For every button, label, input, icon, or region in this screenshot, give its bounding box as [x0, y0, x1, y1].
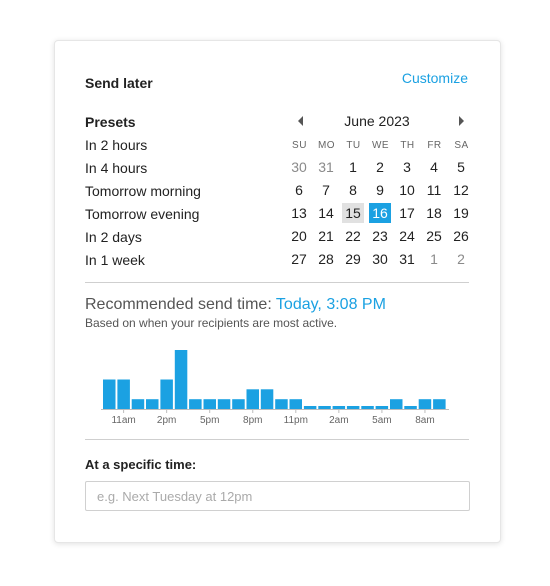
calendar-day[interactable]: 4 — [423, 157, 445, 177]
weekday-label: WE — [371, 140, 390, 151]
activity-bar — [390, 399, 403, 409]
calendar-day[interactable]: 20 — [288, 226, 310, 246]
calendar-day[interactable]: 17 — [396, 203, 418, 223]
weekday-label: SU — [292, 140, 307, 151]
chart-tick-label: 2pm — [157, 415, 176, 426]
calendar-day[interactable]: 24 — [396, 226, 418, 246]
activity-bar — [375, 406, 389, 409]
dialog-title: Send later — [85, 75, 153, 91]
activity-chart: 11am 2pm 5pm 8pm 11pm 2am 5am 8am — [101, 350, 449, 426]
calendar-day[interactable]: 26 — [450, 226, 472, 246]
calendar-day[interactable]: 14 — [315, 203, 337, 223]
calendar-day[interactable]: 25 — [423, 226, 445, 246]
activity-bar — [418, 399, 432, 409]
calendar-day[interactable]: 1 — [342, 157, 364, 177]
activity-bar — [260, 389, 274, 409]
calendar-day[interactable]: 19 — [450, 203, 472, 223]
calendar-day[interactable]: 28 — [315, 249, 337, 269]
activity-bar — [203, 399, 216, 409]
calendar-day[interactable]: 31 — [396, 249, 418, 269]
activity-bar — [160, 379, 173, 409]
chart-tick-label: 2am — [329, 415, 348, 426]
chart-tick-label: 11am — [111, 415, 135, 426]
preset-item[interactable]: Tomorrow evening — [85, 206, 199, 222]
activity-bar — [217, 399, 231, 409]
specific-time-label: At a specific time: — [85, 457, 197, 472]
calendar-day[interactable]: 15 — [342, 203, 364, 223]
calendar-day[interactable]: 9 — [369, 180, 391, 200]
weekday-label: SA — [454, 140, 469, 151]
calendar-day[interactable]: 16 — [369, 203, 391, 223]
chart-tick-label: 11pm — [284, 415, 308, 426]
chart-tick-label: 8pm — [243, 415, 262, 426]
calendar-day[interactable]: 23 — [369, 226, 391, 246]
divider — [85, 439, 469, 440]
preset-item[interactable]: Tomorrow morning — [85, 183, 201, 199]
activity-bar — [404, 406, 417, 409]
activity-bar — [433, 399, 446, 409]
weekday-label: MO — [317, 140, 336, 151]
calendar-day[interactable]: 30 — [288, 157, 310, 177]
activity-bar — [189, 399, 202, 409]
activity-bar — [131, 399, 145, 409]
calendar-day[interactable]: 11 — [423, 180, 445, 200]
activity-bar — [332, 406, 346, 409]
weekday-label: TU — [346, 140, 361, 151]
recommendation-subtitle: Based on when your recipients are most a… — [85, 316, 338, 330]
weekday-label: TH — [400, 140, 415, 151]
calendar-day[interactable]: 7 — [315, 180, 337, 200]
activity-bar — [275, 399, 288, 409]
calendar-day[interactable]: 31 — [315, 157, 337, 177]
specific-time-input[interactable] — [85, 481, 470, 511]
activity-bar — [289, 399, 302, 409]
calendar-day[interactable]: 18 — [423, 203, 445, 223]
calendar-day[interactable]: 12 — [450, 180, 472, 200]
chart-tick-label: 5pm — [200, 415, 219, 426]
calendar-day[interactable]: 29 — [342, 249, 364, 269]
activity-bar — [318, 406, 331, 409]
customize-link[interactable]: Customize — [402, 70, 468, 86]
preset-item[interactable]: In 2 hours — [85, 137, 147, 153]
chart-tick-label: 8am — [415, 415, 434, 426]
divider — [85, 282, 469, 283]
activity-bar — [103, 379, 116, 409]
calendar-day[interactable]: 27 — [288, 249, 310, 269]
activity-bar — [303, 406, 317, 409]
preset-item[interactable]: In 4 hours — [85, 160, 147, 176]
activity-bar — [346, 406, 360, 409]
calendar-day[interactable]: 2 — [369, 157, 391, 177]
activity-bar — [246, 389, 259, 409]
calendar-day[interactable]: 30 — [369, 249, 391, 269]
calendar-day[interactable]: 13 — [288, 203, 310, 223]
calendar-day[interactable]: 3 — [396, 157, 418, 177]
preset-item[interactable]: In 2 days — [85, 229, 142, 245]
calendar-day[interactable]: 2 — [450, 249, 472, 269]
calendar-day[interactable]: 5 — [450, 157, 472, 177]
calendar-month-label: June 2023 — [344, 113, 410, 129]
activity-bar — [174, 350, 188, 409]
preset-item[interactable]: In 1 week — [85, 252, 145, 268]
calendar-day[interactable]: 22 — [342, 226, 364, 246]
calendar-day[interactable]: 21 — [315, 226, 337, 246]
activity-bar — [232, 399, 245, 409]
chart-tick-label: 5am — [372, 415, 391, 426]
next-month-icon[interactable] — [459, 116, 464, 126]
activity-bar — [146, 399, 159, 409]
calendar-day[interactable]: 6 — [288, 180, 310, 200]
calendar-day[interactable]: 10 — [396, 180, 418, 200]
send-later-dialog: Send later Customize Presets In 2 hours I… — [54, 40, 501, 543]
recommended-send-time: Recommended send time: Today, 3:08 PM — [85, 296, 386, 314]
previous-month-icon[interactable] — [298, 116, 303, 126]
calendar-day[interactable]: 8 — [342, 180, 364, 200]
activity-bar — [361, 406, 374, 409]
calendar-day[interactable]: 1 — [423, 249, 445, 269]
recommended-time-link[interactable]: Today, 3:08 PM — [276, 296, 386, 313]
activity-bar — [117, 379, 130, 409]
weekday-label: FR — [427, 140, 442, 151]
recommended-label: Recommended send time: — [85, 296, 272, 313]
presets-heading: Presets — [85, 114, 136, 130]
